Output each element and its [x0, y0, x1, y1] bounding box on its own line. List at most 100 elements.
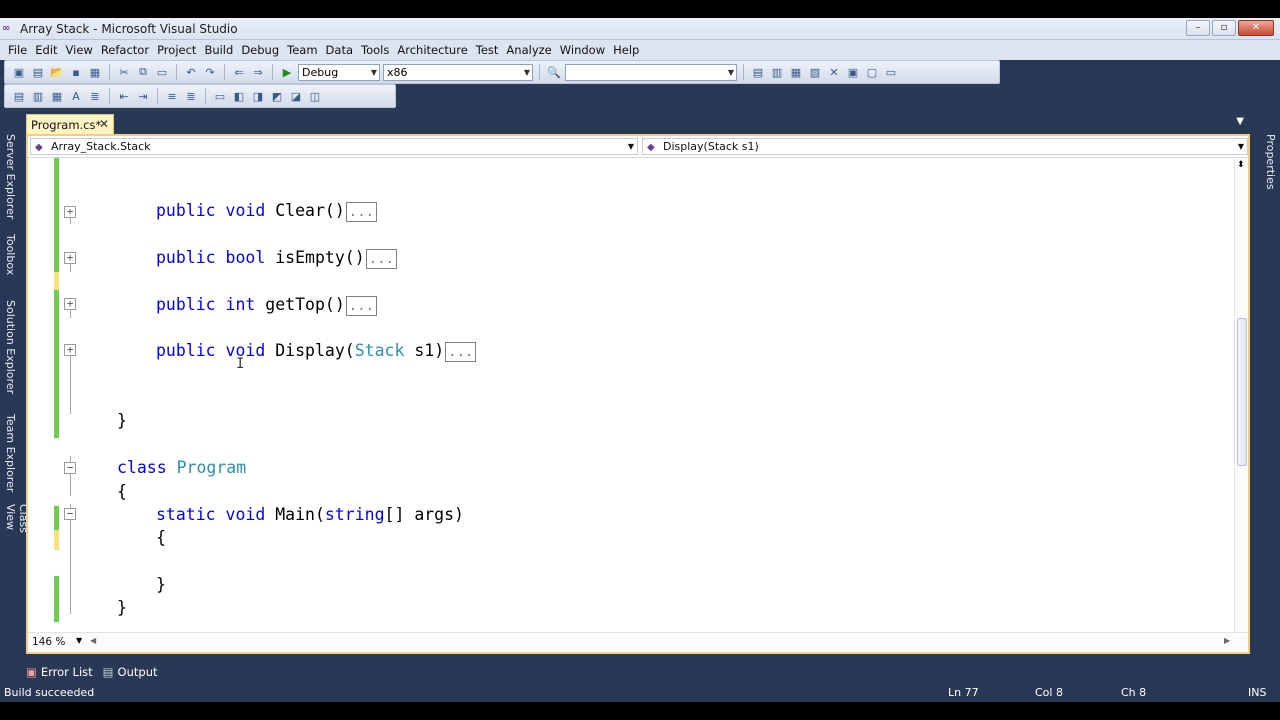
- code-area[interactable]: + + + + − − public void Clear()... publi…: [28, 158, 1234, 632]
- menu-refactor[interactable]: Refactor: [97, 43, 153, 57]
- comment-lines-icon[interactable]: ≡: [164, 88, 180, 104]
- previous-bookmark-folder-icon[interactable]: ◩: [269, 88, 285, 104]
- toggle-bookmark-icon[interactable]: ▭: [212, 88, 228, 104]
- paste-icon[interactable]: ▭: [154, 64, 170, 80]
- menu-architecture[interactable]: Architecture: [393, 43, 471, 57]
- complete-word-icon[interactable]: ≣: [87, 88, 103, 104]
- decrease-indent-icon[interactable]: ⇤: [116, 88, 132, 104]
- navigate-forward-icon[interactable]: ⇒: [250, 64, 266, 80]
- parameter-info-icon[interactable]: ▥: [30, 88, 46, 104]
- menu-analyze[interactable]: Analyze: [502, 43, 555, 57]
- scroll-right-icon[interactable]: ▶: [1224, 636, 1230, 645]
- command-window-icon[interactable]: ▢: [864, 64, 880, 80]
- undo-icon[interactable]: ↶: [183, 64, 199, 80]
- change-marker-unsaved: [54, 272, 59, 290]
- vertical-scrollbar[interactable]: ⬍: [1234, 158, 1248, 632]
- increase-indent-icon[interactable]: ⇥: [135, 88, 151, 104]
- window-list-icon[interactable]: ▭: [883, 64, 899, 80]
- scrollbar-thumb[interactable]: [1237, 318, 1247, 466]
- minimize-button[interactable]: –: [1186, 20, 1210, 36]
- start-debugging-icon[interactable]: ▶: [279, 64, 295, 80]
- close-button[interactable]: ✕: [1238, 20, 1274, 36]
- find-in-files-icon[interactable]: 🔍: [546, 64, 562, 80]
- solution-platform-dropdown[interactable]: x86 ▼: [383, 63, 533, 81]
- menu-help[interactable]: Help: [609, 43, 643, 57]
- menu-edit[interactable]: Edit: [31, 43, 61, 57]
- code-line-brace: }: [156, 575, 166, 594]
- zoom-level[interactable]: 146 %: [32, 636, 65, 648]
- collapsed-region[interactable]: ...: [345, 202, 378, 222]
- collapsed-region[interactable]: ...: [365, 249, 397, 269]
- members-dropdown[interactable]: ◆ Display(Stack s1) ▼: [642, 138, 1248, 155]
- toolbox-icon[interactable]: ▧: [807, 64, 823, 80]
- tab-program-cs[interactable]: Program.cs* ✕: [26, 114, 114, 134]
- next-bookmark-folder-icon[interactable]: ◪: [288, 88, 304, 104]
- collapsed-region[interactable]: ...: [345, 296, 378, 316]
- extension-manager-icon[interactable]: ✕: [826, 64, 842, 80]
- side-tab-team-explorer[interactable]: Team Explorer: [4, 414, 17, 492]
- start-page-icon[interactable]: ▣: [845, 64, 861, 80]
- chevron-down-icon[interactable]: ▼: [76, 636, 82, 645]
- menu-window[interactable]: Window: [556, 43, 609, 57]
- toolbar-separator: [743, 64, 744, 80]
- redo-icon[interactable]: ↷: [202, 64, 218, 80]
- type-name: Program: [176, 458, 247, 477]
- types-dropdown[interactable]: ◆ Array_Stack.Stack ▼: [30, 138, 638, 155]
- cut-icon[interactable]: ✂: [116, 64, 132, 80]
- side-tab-server-explorer[interactable]: Server Explorer: [4, 134, 17, 219]
- close-icon[interactable]: ✕: [99, 117, 109, 131]
- solution-explorer-icon[interactable]: ▤: [750, 64, 766, 80]
- open-file-icon[interactable]: 📂: [49, 64, 65, 80]
- side-tab-solution-explorer[interactable]: Solution Explorer: [4, 300, 17, 394]
- object-browser-icon[interactable]: ▦: [788, 64, 804, 80]
- status-character: Ch 8: [1121, 686, 1147, 699]
- menu-build[interactable]: Build: [200, 43, 237, 57]
- menu-file[interactable]: File: [4, 43, 31, 57]
- menu-project[interactable]: Project: [153, 43, 200, 57]
- keyword: public: [156, 295, 216, 314]
- collapse-icon[interactable]: −: [64, 508, 76, 520]
- find-combo[interactable]: ▼: [565, 63, 737, 81]
- copy-icon[interactable]: ⧉: [135, 64, 151, 80]
- properties-icon[interactable]: ▥: [769, 64, 785, 80]
- menu-team[interactable]: Team: [283, 43, 321, 57]
- clear-bookmarks-icon[interactable]: ◫: [307, 88, 323, 104]
- status-bar: Build succeeded Ln 77 Col 8 Ch 8 INS: [0, 683, 1280, 702]
- split-handle-icon[interactable]: ⬍: [1237, 160, 1245, 170]
- side-tab-properties[interactable]: Properties: [1264, 134, 1277, 190]
- word-complete-icon[interactable]: ▦: [49, 88, 65, 104]
- save-icon[interactable]: ▪: [68, 64, 84, 80]
- tab-list-dropdown-icon[interactable]: ▼: [1236, 116, 1244, 127]
- menu-data[interactable]: Data: [322, 43, 357, 57]
- new-project-icon[interactable]: ▣: [11, 64, 27, 80]
- maximize-button[interactable]: ▫: [1212, 20, 1236, 36]
- scroll-left-icon[interactable]: ◀: [90, 636, 96, 645]
- outline-guide: [70, 264, 71, 272]
- add-item-icon[interactable]: ▤: [30, 64, 46, 80]
- solution-configuration-dropdown[interactable]: Debug ▼: [298, 63, 380, 81]
- previous-bookmark-icon[interactable]: ◧: [231, 88, 247, 104]
- menu-debug[interactable]: Debug: [237, 43, 283, 57]
- menu-test[interactable]: Test: [472, 43, 503, 57]
- code-line-brace: {: [156, 528, 166, 547]
- expand-icon[interactable]: +: [64, 206, 76, 218]
- horizontal-scrollbar[interactable]: 146 % ▼ ◀ ▶: [28, 632, 1248, 650]
- save-all-icon[interactable]: ▦: [87, 64, 103, 80]
- expand-icon[interactable]: +: [64, 298, 76, 310]
- menu-tools[interactable]: Tools: [357, 43, 393, 57]
- side-tab-toolbox[interactable]: Toolbox: [4, 234, 17, 275]
- quick-info-icon[interactable]: ▤: [11, 88, 27, 104]
- tab-error-list[interactable]: ▣ Error List: [26, 662, 93, 682]
- menu-view[interactable]: View: [62, 43, 97, 57]
- collapsed-region[interactable]: ...: [445, 342, 477, 362]
- expand-icon[interactable]: +: [64, 252, 76, 264]
- uncomment-lines-icon[interactable]: ≣: [183, 88, 199, 104]
- expand-icon[interactable]: +: [64, 344, 76, 356]
- status-message: Build succeeded: [4, 686, 95, 699]
- navigate-backward-icon[interactable]: ⇐: [231, 64, 247, 80]
- code-line-gettop: public int getTop()...: [156, 295, 378, 316]
- tab-output[interactable]: ▤ Output: [103, 662, 158, 682]
- member-list-icon[interactable]: A: [68, 88, 84, 104]
- next-bookmark-icon[interactable]: ◨: [250, 88, 266, 104]
- collapse-icon[interactable]: −: [64, 462, 76, 474]
